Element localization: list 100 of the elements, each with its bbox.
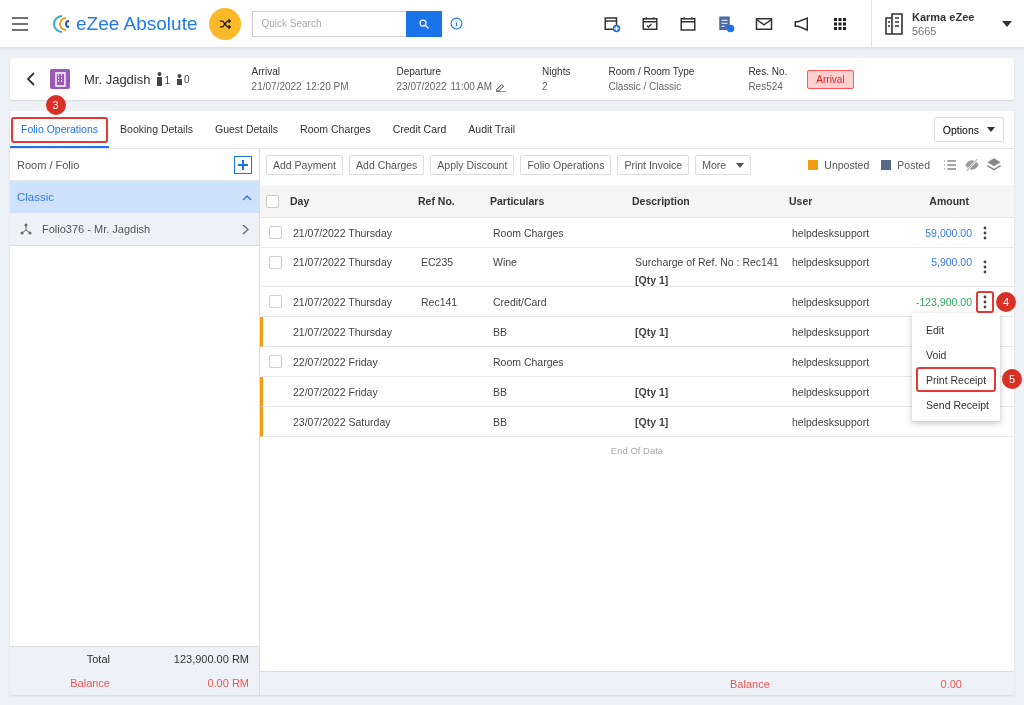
legend-label: Unposted (824, 159, 870, 171)
child-count: 0 (184, 73, 190, 85)
end-of-data-text: End Of Data (609, 444, 665, 458)
kebab-icon[interactable] (983, 294, 987, 309)
field-value: 21/07/2022 (251, 81, 302, 92)
calendar-icon[interactable] (679, 14, 697, 33)
table-cell-text: 21/07/2022 Thursday (293, 295, 394, 308)
field-value: Classic / Classic (608, 81, 682, 92)
column-header: Day (290, 195, 311, 207)
tab[interactable]: Audit Trail (457, 111, 527, 148)
tab[interactable]: Booking Details (109, 111, 204, 148)
table-cell-text: BB (493, 385, 508, 398)
amount-text: -123,900.00 (914, 295, 972, 308)
amount-text: 59,000.00 (924, 226, 972, 239)
sidebar-title: Room / Folio (17, 158, 80, 171)
guest-name: Mr. Jagdish (84, 71, 151, 87)
calendar-add-icon[interactable] (603, 14, 621, 33)
tab[interactable]: Room Charges (289, 111, 382, 148)
toolbar-button[interactable]: More (695, 155, 752, 175)
row-checkbox[interactable] (269, 256, 282, 269)
table-cell-text: Wine (493, 256, 518, 268)
field-value: 2 (542, 81, 548, 92)
toolbar-button[interactable]: Add Charges (349, 155, 425, 175)
table-cell-text: BB (493, 415, 508, 428)
step-badge: 4 (996, 291, 1016, 312)
options-button[interactable]: Options (933, 117, 1004, 142)
legend-label: Posted (897, 159, 930, 171)
step-badge: 5 (1002, 369, 1022, 389)
menu-icon[interactable] (12, 16, 28, 31)
kebab-icon[interactable] (983, 260, 987, 274)
search-icon[interactable] (418, 17, 431, 30)
back-icon[interactable] (26, 72, 36, 86)
quantity-text: [Qty 1] (635, 325, 670, 338)
quantity-text: [Qty 1] (635, 415, 670, 428)
table-cell-text: 21/07/2022 Thursday (293, 226, 394, 239)
column-header: Description (632, 195, 691, 207)
megaphone-icon[interactable] (793, 14, 811, 33)
layers-icon[interactable] (986, 157, 1002, 173)
toolbar-button[interactable]: Apply Discount (430, 155, 515, 175)
step-badge: 3 (45, 95, 66, 115)
shuffle-icon[interactable] (218, 16, 233, 31)
field-label: Room / Room Type (608, 66, 695, 77)
table-cell-text: BB (493, 325, 508, 338)
toolbar-button[interactable]: Print Invoice (617, 155, 690, 175)
quantity-text: [Qty 1] (635, 274, 670, 286)
menu-item[interactable]: Print Receipt (916, 367, 996, 392)
toolbar-button[interactable]: Folio Operations (520, 155, 612, 175)
column-header: Amount (928, 195, 969, 207)
chevron-icon (242, 223, 249, 235)
quantity-text: [Qty 1] (635, 385, 670, 398)
brand-name: eZee Absolute (76, 12, 198, 35)
pencil-icon[interactable] (496, 81, 507, 92)
search-button[interactable] (406, 10, 443, 37)
property-name: Karma eZee (912, 10, 975, 23)
logo-icon (50, 12, 72, 35)
table-cell-text: Credit/Card (493, 295, 548, 308)
toolbar-button[interactable]: Add Payment (266, 155, 344, 175)
search-field[interactable]: Quick Search (252, 10, 407, 37)
field-time: 12:20 PM (305, 81, 349, 92)
select-all-checkbox[interactable] (266, 194, 279, 208)
child-icon (176, 73, 184, 85)
row-checkbox[interactable] (269, 355, 282, 368)
table-cell-text: Room Charges (493, 226, 565, 239)
nodes-icon (20, 223, 32, 235)
table-cell-text: helpdesksupport (792, 355, 871, 368)
total-value: 123,900.00 RM (172, 653, 249, 665)
building-icon (884, 12, 904, 35)
info-icon[interactable] (450, 17, 464, 30)
folio-item[interactable]: Folio376 - Mr. Jagdish (10, 213, 259, 246)
table-cell-text: Surcharge of Ref. No : Rec141 (635, 256, 780, 268)
caret-icon[interactable] (736, 162, 745, 168)
table-cell-text: helpdesksupport (792, 295, 871, 308)
table-cell-text: 21/07/2022 Thursday (293, 256, 394, 268)
chevron-icon[interactable] (242, 193, 252, 201)
table-cell-text: Rec141 (421, 295, 459, 308)
column-header: User (789, 195, 814, 207)
field-label: Departure (396, 66, 442, 77)
adult-count: 1 (164, 75, 171, 86)
table-cell-text: 21/07/2022 Thursday (293, 325, 394, 338)
table-cell-text: helpdesksupport (792, 325, 871, 338)
kebab-icon[interactable] (983, 225, 987, 240)
table-cell-text: Room Charges (493, 355, 565, 368)
row-checkbox[interactable] (269, 226, 282, 239)
field-value: 23/07/2022 (396, 81, 447, 92)
calendar-check-icon[interactable] (641, 14, 659, 33)
caret-icon[interactable] (1002, 20, 1012, 27)
table-cell-text: helpdesksupport (792, 256, 871, 268)
caret-icon[interactable] (987, 127, 995, 132)
total-label: Total (85, 653, 110, 665)
column-header: Ref No. (418, 195, 456, 207)
tab[interactable]: Guest Details (204, 111, 290, 148)
shuffle-button[interactable] (209, 7, 242, 40)
field-time: 11:00 AM (450, 81, 493, 92)
table-cell-text: 22/07/2022 Friday (293, 355, 379, 368)
field-value: Res524 (748, 81, 783, 92)
eye-off-icon[interactable] (964, 157, 980, 173)
row-checkbox[interactable] (269, 295, 282, 308)
field-label: Nights (542, 66, 571, 77)
tab[interactable]: Credit Card (381, 111, 458, 148)
balance-value: 0.00 RM (206, 677, 249, 689)
